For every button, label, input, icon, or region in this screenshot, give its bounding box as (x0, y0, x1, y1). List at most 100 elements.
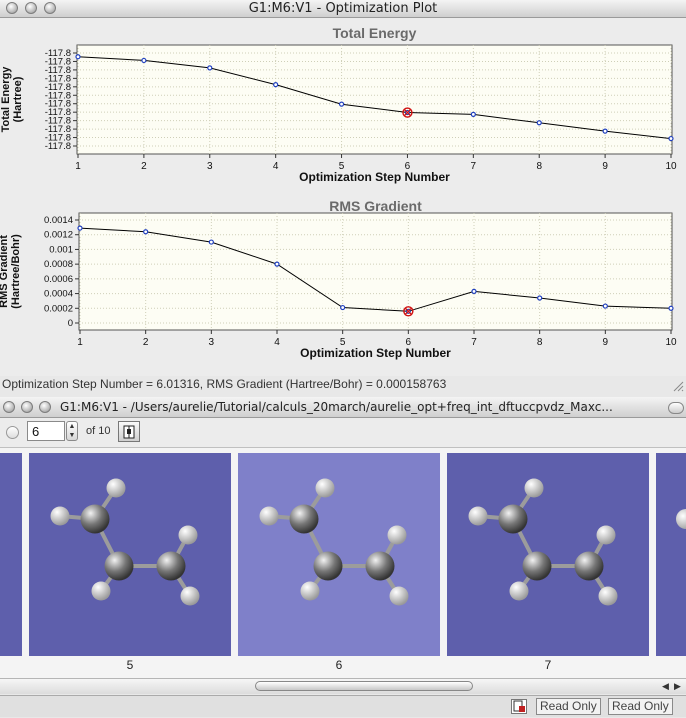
molecule-frame-6[interactable] (238, 453, 440, 656)
data-point (602, 128, 608, 134)
molecule-model-icon (468, 478, 618, 606)
plot-area (78, 212, 673, 331)
hydrogen-atom (468, 506, 488, 526)
frame-toolbar: ▲▼ of 10 (0, 418, 686, 448)
molecule-frame-partial-left[interactable] (0, 453, 22, 656)
chart-title: Total Energy (333, 25, 417, 41)
x-tick-label: 1 (77, 337, 83, 348)
molecule-model-icon (259, 478, 409, 606)
step-number-input[interactable] (27, 421, 65, 441)
y-tick-label: 0.0014 (44, 215, 73, 226)
read-only-indicator-2: Read Only (608, 698, 673, 715)
hydrogen-atom (389, 586, 409, 606)
data-point (471, 288, 477, 294)
molecule-frame-5[interactable] (29, 453, 231, 656)
data-point (537, 295, 543, 301)
x-tick-label: 9 (602, 161, 608, 172)
molecule-window-titlebar[interactable]: G1:M6:V1 - /Users/aurelie/Tutorial/calcu… (0, 397, 686, 418)
hydrogen-atom (300, 581, 320, 601)
carbon-atom (574, 551, 604, 581)
carbon-atom (313, 551, 343, 581)
data-point (77, 225, 83, 231)
step-count-label: of 10 (86, 425, 111, 437)
data-point (668, 135, 674, 142)
x-tick-label: 10 (665, 161, 677, 172)
y-axis-label: (Hartree/Bohr) (10, 234, 22, 309)
data-point (208, 239, 214, 245)
data-point (340, 304, 346, 311)
horizontal-scrollbar[interactable]: ◀ ▶ (0, 678, 686, 694)
y-axis-label: (Hartree) (12, 76, 24, 122)
carbon-atom (156, 551, 186, 581)
zoom-window-button[interactable] (39, 401, 51, 413)
hydrogen-atom (509, 581, 529, 601)
scroll-right-arrow-icon[interactable]: ▶ (674, 681, 681, 692)
x-tick-label: 9 (603, 337, 609, 348)
scrollbar-thumb[interactable] (255, 681, 473, 691)
plot-status-readout: Optimization Step Number = 6.01316, RMS … (2, 377, 447, 391)
x-tick-label: 7 (471, 337, 477, 348)
y-tick-label: 0 (68, 318, 73, 329)
y-tick-label: 0.0006 (44, 274, 73, 285)
data-point (602, 303, 608, 309)
scroll-left-arrow-icon[interactable]: ◀ (662, 681, 669, 692)
carbon-atom (365, 551, 395, 581)
data-point (536, 120, 542, 126)
x-tick-label: 7 (471, 161, 477, 172)
data-point (273, 82, 279, 88)
hydrogen-atom (91, 581, 111, 601)
y-tick-label: 0.0008 (44, 259, 73, 270)
data-point (75, 54, 81, 60)
molecule-frame-7[interactable] (447, 453, 649, 656)
chart-title: RMS Gradient (329, 198, 422, 214)
molecule-window-title: G1:M6:V1 - /Users/aurelie/Tutorial/calcu… (60, 400, 613, 414)
close-window-button[interactable] (3, 401, 15, 413)
minimize-window-button[interactable] (21, 401, 33, 413)
data-point (141, 57, 147, 64)
plot-window-titlebar[interactable]: G1:M6:V1 - Optimization Plot (0, 0, 686, 18)
x-tick-label: 2 (143, 337, 149, 348)
data-point (668, 305, 674, 311)
molecule-frame-strip: 5 6 7 (0, 448, 686, 678)
data-point (470, 111, 476, 117)
frame-label-5: 5 (126, 658, 134, 672)
x-tick-label: 4 (273, 161, 279, 172)
y-tick-label: 0.0012 (44, 230, 73, 241)
x-tick-label: 3 (209, 337, 215, 348)
y-tick-label: 0.0002 (44, 303, 73, 314)
total-energy-chart[interactable]: Total Energy1 2 3 4 5 6 7 8 9 10Optimization Step… (0, 18, 686, 196)
carbon-atom (104, 551, 134, 581)
total-energy-chart-panel: Total Energy 1 2 3 4 5 6 7 8 9 10 Optimization Step… (0, 18, 686, 196)
document-status-icon[interactable] (511, 699, 527, 714)
read-only-indicator-1: Read Only (536, 698, 601, 715)
data-point (338, 101, 345, 107)
hydrogen-atom (315, 478, 335, 498)
book-icon[interactable] (118, 421, 140, 442)
x-axis-label: Optimization Step Number (300, 346, 451, 360)
rms-gradient-chart[interactable]: RMS Gradient1 2 3 4 5 6 7 8 9 10Optimization Step… (0, 196, 686, 376)
molecule-status-bar: Read Only Read Only (0, 695, 686, 717)
x-tick-label: 8 (536, 161, 542, 172)
hydrogen-atom (598, 586, 618, 606)
hydrogen-atom (50, 506, 70, 526)
frame-label-6: 6 (335, 658, 343, 672)
hydrogen-atom (524, 478, 544, 498)
molecule-frame-partial-right[interactable] (656, 453, 686, 656)
y-tick-label: -117.8 (45, 141, 71, 152)
resize-grip-icon[interactable] (672, 380, 684, 392)
hydrogen-atom (178, 525, 198, 545)
up-down-arrows-icon[interactable]: ▲ ▼ (66, 421, 78, 441)
carbon-atom (289, 504, 319, 534)
x-tick-label: 3 (207, 161, 213, 172)
carbon-atom (498, 504, 528, 534)
hydrogen-atom (106, 478, 126, 498)
x-tick-label: 8 (537, 337, 543, 348)
y-axis-label: Total Energy (0, 66, 12, 133)
animate-radio[interactable] (6, 426, 19, 439)
y-axis-label: RMS Gradient (0, 235, 10, 308)
y-tick-label: 0.0004 (44, 289, 73, 300)
frame-label-7: 7 (544, 658, 552, 672)
data-point (274, 261, 280, 267)
rms-gradient-chart-panel: RMS Gradient 1 2 3 4 5 6 7 8 9 10 Optimization Step… (0, 196, 686, 376)
toolbar-toggle-button[interactable] (668, 402, 684, 414)
